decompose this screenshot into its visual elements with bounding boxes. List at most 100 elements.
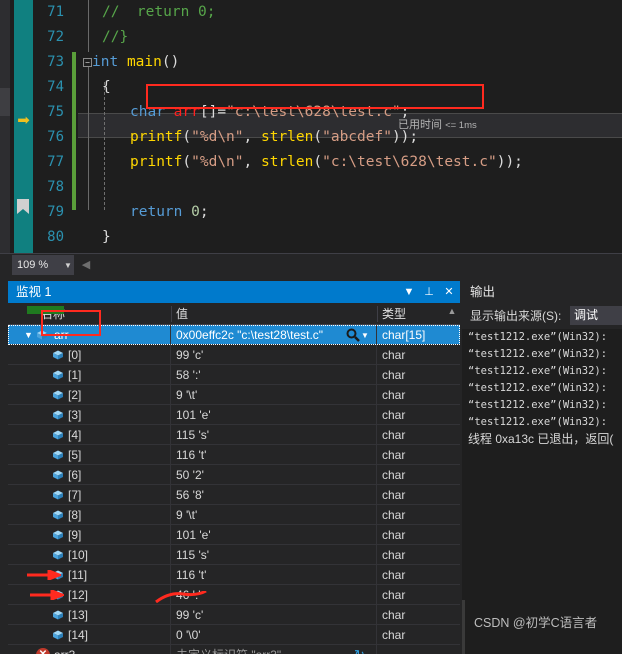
output-line: “test1212.exe”(Win32): [468,382,608,394]
editor-vertical-scrollbar-thumb[interactable] [0,88,10,116]
watch-row[interactable]: [0] 99 'c' char [8,345,460,365]
watch-name-label: arr3 [54,645,75,654]
watch-cell-name[interactable]: [2] [8,385,170,405]
pin-icon[interactable]: ⊥ [420,281,438,303]
watch-value-label: 116 't' [176,448,207,462]
horizontal-scroll-left-icon[interactable]: ◀ [80,257,92,273]
watch-cell-name[interactable]: [5] [8,445,170,465]
watch-cell-type[interactable]: char [377,465,460,485]
watch-row-list[interactable]: ▼ arr 0x00effc2c "c:\test28\test.c" ▼ char[1… [8,325,460,654]
watch-cell-value[interactable]: 101 'e' [171,525,376,545]
column-header-type[interactable]: 类型 [382,303,406,325]
watch-cell-name[interactable]: [8] [8,505,170,525]
watch-row[interactable]: [2] 9 '\t' char [8,385,460,405]
watch-cell-type[interactable]: char [377,345,460,365]
watch-row[interactable]: [4] 115 's' char [8,425,460,445]
watch-cell-value[interactable]: 99 'c' [171,345,376,365]
watch-row[interactable]: [11] 116 't' char [8,565,460,585]
watch-cell-type[interactable]: char [377,485,460,505]
refresh-icon[interactable]: ↻ [354,647,368,654]
output-line: 线程 0xa13c 已退出，返回( [468,432,614,446]
watch-cell-value[interactable]: 115 's' [171,545,376,565]
watch-cell-name[interactable]: [10] [8,545,170,565]
watch-row[interactable]: [3] 101 'e' char [8,405,460,425]
column-divider[interactable] [171,306,172,322]
magnifier-icon[interactable] [346,328,360,342]
watch-cell-type[interactable]: char [377,445,460,465]
watch-cell-value[interactable]: 116 't' [171,445,376,465]
watch-cell-name[interactable]: ▼ arr [8,325,170,345]
watch-row[interactable]: [12] 46 '.' char [8,585,460,605]
annotation-green-highlight [27,306,64,314]
watch-name-label: [3] [68,408,82,422]
watch-cell-value[interactable]: 115 's' [171,425,376,445]
elapsed-time-label: 已用时间 [398,119,442,131]
watch-cell-type[interactable]: char[15] [377,325,460,345]
watch-row[interactable]: ✕ arr3 未定义标识符 "arr3" ↻ [8,645,460,654]
watch-cell-value[interactable]: 50 '2' [171,465,376,485]
watch-window[interactable]: 监视 1 ▼ ⊥ ✕ 名称 值 类型 ▲ ▼ arr 0x00effc2c "c:\… [8,281,460,654]
watch-row[interactable]: [6] 50 '2' char [8,465,460,485]
watch-cell-name[interactable]: [3] [8,405,170,425]
watch-cell-type[interactable]: char [377,385,460,405]
watch-cell-type[interactable]: char [377,505,460,525]
watch-cell-name[interactable]: ✕ arr3 [8,645,170,654]
watch-cell-value[interactable]: 56 '8' [171,485,376,505]
watch-cell-value[interactable]: 未定义标识符 "arr3" ↻ [171,645,376,654]
watch-cell-name[interactable]: [7] [8,485,170,505]
output-window[interactable]: 输出 显示输出来源(S): 调试 “test1212.exe”(Win32): … [462,281,622,654]
watch-row[interactable]: ▼ arr 0x00effc2c "c:\test28\test.c" ▼ char[1… [8,325,460,345]
watch-dropdown-icon[interactable]: ▼ [400,281,418,303]
watch-row[interactable]: [8] 9 '\t' char [8,505,460,525]
watch-type-label: char [382,468,406,482]
watch-cell-value[interactable]: 101 'e' [171,405,376,425]
watch-cell-type[interactable]: char [377,565,460,585]
watch-cell-value[interactable]: 99 'c' [171,605,376,625]
watch-row[interactable]: [13] 99 'c' char [8,605,460,625]
watch-cell-type[interactable]: char [377,525,460,545]
code-text-area[interactable]: // return 0; //} int main() { char arr[]… [78,0,622,253]
output-line: “test1212.exe”(Win32): [468,399,608,411]
watch-row[interactable]: [1] 58 ':' char [8,365,460,385]
watch-cell-value[interactable]: 9 '\t' [171,385,376,405]
variable-cube-icon [53,390,63,400]
watch-cell-name[interactable]: [13] [8,605,170,625]
watch-cell-type[interactable]: char [377,425,460,445]
watch-cell-name[interactable]: [4] [8,425,170,445]
watch-row[interactable]: [7] 56 '8' char [8,485,460,505]
watch-cell-type[interactable]: char [377,545,460,565]
watch-cell-type[interactable]: char [377,585,460,605]
bookmark-icon[interactable] [16,198,30,215]
scroll-up-icon[interactable]: ▲ [446,305,458,317]
watch-cell-value[interactable]: 0 '\0' [171,625,376,645]
watch-cell-value[interactable]: 0x00effc2c "c:\test28\test.c" ▼ [171,325,376,345]
editor-left-edge [0,0,10,253]
output-source-combobox[interactable]: 调试 [570,306,622,325]
watch-cell-name[interactable]: [0] [8,345,170,365]
column-header-value[interactable]: 值 [176,303,188,325]
watch-cell-type[interactable]: char [377,625,460,645]
watch-cell-name[interactable]: [9] [8,525,170,545]
code-editor[interactable]: ➡ 71 72 73 74 75 76 77 78 79 80 81 − − [0,0,622,253]
watch-row[interactable]: [5] 116 't' char [8,445,460,465]
chevron-down-icon[interactable]: ▼ [62,255,74,275]
watch-row[interactable]: [9] 101 'e' char [8,525,460,545]
visualizer-dropdown-icon[interactable]: ▼ [361,325,369,345]
watch-cell-value[interactable]: 116 't' [171,565,376,585]
column-divider[interactable] [377,306,378,322]
watch-cell-value[interactable]: 9 '\t' [171,505,376,525]
watch-cell-name[interactable]: [1] [8,365,170,385]
close-icon[interactable]: ✕ [440,281,458,303]
watch-cell-value[interactable]: 58 ':' [171,365,376,385]
watch-cell-type[interactable]: char [377,405,460,425]
watch-row[interactable]: [14] 0 '\0' char [8,625,460,645]
watch-row[interactable]: [10] 115 's' char [8,545,460,565]
expand-collapse-icon[interactable]: ▼ [24,325,33,345]
output-text-area[interactable]: “test1212.exe”(Win32): “test1212.exe”(Wi… [462,329,622,654]
watch-cell-name[interactable]: [14] [8,625,170,645]
watch-cell-type[interactable]: char [377,605,460,625]
watch-cell-type[interactable]: char [377,365,460,385]
output-toolbar: 显示输出来源(S): 调试 [462,304,622,328]
watch-cell-name[interactable]: [6] [8,465,170,485]
watch-cell-type[interactable] [377,645,460,654]
